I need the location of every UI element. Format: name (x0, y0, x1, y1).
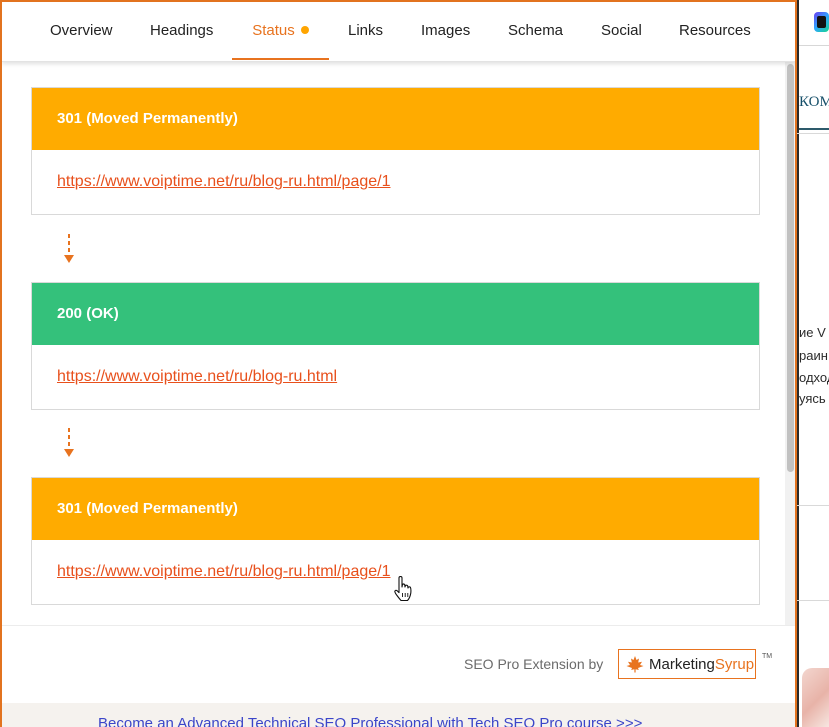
tab-resources[interactable]: Resources (679, 2, 751, 60)
background-text-line: уясь (799, 391, 826, 406)
url-link[interactable]: https://www.voiptime.net/ru/blog-ru.html (57, 368, 337, 385)
seo-extension-popup: Overview Headings Status Links Images Sc… (0, 0, 797, 727)
tab-bar: Overview Headings Status Links Images Sc… (2, 2, 795, 62)
url-link[interactable]: https://www.voiptime.net/ru/blog-ru.html… (57, 563, 391, 580)
tab-label: Overview (50, 22, 113, 39)
credit-text: SEO Pro Extension by (464, 656, 604, 672)
scrollbar-thumb[interactable] (787, 64, 794, 472)
tab-schema[interactable]: Schema (508, 2, 563, 60)
tab-images[interactable]: Images (421, 2, 470, 60)
extension-icon[interactable] (814, 12, 829, 32)
background-rule (797, 600, 829, 601)
brand-name-part: Marketing (649, 656, 715, 673)
tab-label: Schema (508, 22, 564, 39)
status-panel[interactable]: 301 (Moved Permanently) https://www.voip… (2, 62, 795, 625)
marketingsyrup-logo[interactable]: MarketingSyrup (618, 649, 756, 679)
arrow-down-icon (64, 428, 74, 457)
brand-name-part: Syrup (714, 656, 755, 673)
tab-label: Headings (150, 22, 214, 39)
tab-social[interactable]: Social (601, 2, 642, 60)
tab-label: Resources (679, 22, 751, 39)
redirect-card: 301 (Moved Permanently) https://www.voip… (31, 87, 760, 215)
promo-banner: Become an Advanced Technical SEO Profess… (2, 703, 795, 727)
background-photo (802, 668, 829, 727)
tab-overview[interactable]: Overview (50, 2, 113, 60)
arrow-down-icon (64, 234, 74, 263)
background-site-header (797, 46, 829, 130)
background-rule (797, 133, 829, 134)
url-row: https://www.voiptime.net/ru/blog-ru.html (32, 345, 759, 409)
tab-status[interactable]: Status (232, 2, 329, 60)
tab-label: Social (601, 22, 642, 39)
status-code-header: 200 (OK) (32, 283, 759, 345)
tab-label: Links (348, 22, 384, 39)
tab-headings[interactable]: Headings (150, 2, 213, 60)
brand-name: MarketingSyrup (649, 656, 754, 673)
background-text-line: ие V (799, 325, 826, 340)
browser-toolbar-strip (797, 0, 829, 46)
status-indicator-dot (300, 26, 309, 34)
background-text-line: одход (799, 370, 829, 385)
tab-label: Images (421, 22, 471, 39)
status-code-header: 301 (Moved Permanently) (32, 478, 759, 540)
background-header-text: КОМ (799, 94, 829, 110)
url-row: https://www.voiptime.net/ru/blog-ru.html… (32, 150, 759, 214)
status-code-header: 301 (Moved Permanently) (32, 88, 759, 150)
extension-footer: SEO Pro Extension by MarketingSyrup TM (2, 625, 795, 703)
ok-card: 200 (OK) https://www.voiptime.net/ru/blo… (31, 282, 760, 410)
hand-pointer-cursor-icon (394, 576, 412, 602)
background-page: КОМ ие V раин одход уясь (797, 0, 829, 727)
background-rule (797, 505, 829, 506)
tab-label: Status (252, 22, 295, 39)
background-text-line: раин (799, 348, 828, 363)
promo-link[interactable]: Become an Advanced Technical SEO Profess… (98, 715, 642, 727)
url-link[interactable]: https://www.voiptime.net/ru/blog-ru.html… (57, 173, 391, 190)
background-divider (797, 0, 799, 727)
tab-links[interactable]: Links (348, 2, 383, 60)
maple-leaf-icon (626, 656, 644, 673)
trademark-mark: TM (762, 653, 773, 660)
